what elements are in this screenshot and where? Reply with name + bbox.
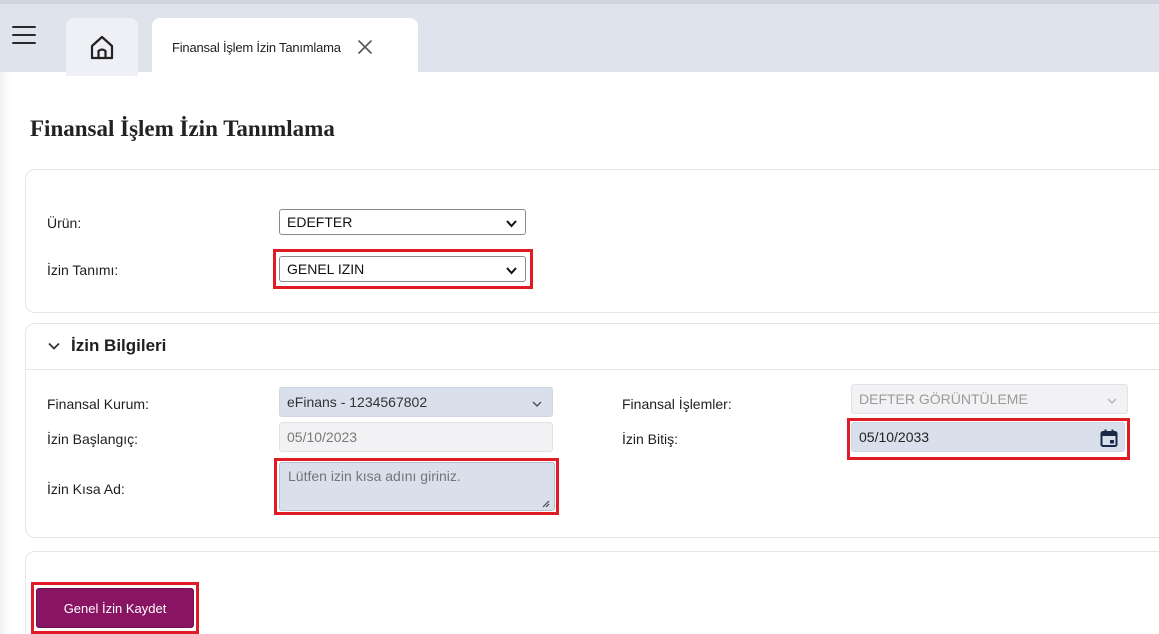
tab-financial-permission[interactable]: Finansal İşlem İzin Tanımlama xyxy=(152,18,418,76)
financial-operations-value: DEFTER GÖRÜNTÜLEME xyxy=(859,391,1028,407)
section-header-permission-details[interactable]: İzin Bilgileri xyxy=(47,336,166,356)
permission-header-card xyxy=(25,169,1159,313)
permission-start-field: 05/10/2023 xyxy=(279,422,553,452)
financial-institution-value: eFinans - 1234567802 xyxy=(287,394,428,410)
permission-short-name-label: İzin Kısa Ad: xyxy=(47,481,125,497)
menu-icon[interactable] xyxy=(12,26,36,46)
close-icon[interactable] xyxy=(355,37,375,57)
highlight-box-permission-definition xyxy=(273,249,533,289)
chevron-down-icon xyxy=(48,342,60,350)
home-icon xyxy=(90,35,114,60)
permission-start-label: İzin Başlangıç: xyxy=(47,431,139,447)
left-shade xyxy=(0,72,10,634)
chevron-down-icon xyxy=(506,220,517,228)
page-title: Finansal İşlem İzin Tanımlama xyxy=(30,116,335,141)
financial-operations-label: Finansal İşlemler: xyxy=(622,396,732,412)
tab-label: Finansal İşlem İzin Tanımlama xyxy=(172,39,341,55)
financial-institution-label: Finansal Kurum: xyxy=(47,396,149,412)
permission-definition-label: İzin Tanımı: xyxy=(47,262,119,278)
chevron-down-icon xyxy=(532,401,542,408)
tab-bar: Finansal İşlem İzin Tanımlama xyxy=(0,0,1159,76)
product-label: Ürün: xyxy=(47,215,82,231)
section-divider xyxy=(25,369,1159,370)
chevron-down-icon xyxy=(1107,398,1117,405)
financial-operations-select[interactable]: DEFTER GÖRÜNTÜLEME xyxy=(851,384,1128,414)
section-title: İzin Bilgileri xyxy=(71,336,167,355)
home-tab[interactable] xyxy=(66,18,138,76)
permission-start-value: 05/10/2023 xyxy=(287,429,358,445)
financial-institution-select[interactable]: eFinans - 1234567802 xyxy=(279,387,553,417)
highlight-box-short-name xyxy=(274,458,559,515)
highlight-box-permission-end xyxy=(847,418,1130,460)
product-select-value: EDEFTER xyxy=(287,214,353,230)
product-select[interactable]: EDEFTER xyxy=(279,209,526,235)
highlight-box-save-button xyxy=(31,582,199,634)
permission-end-label: İzin Bitiş: xyxy=(622,431,679,447)
